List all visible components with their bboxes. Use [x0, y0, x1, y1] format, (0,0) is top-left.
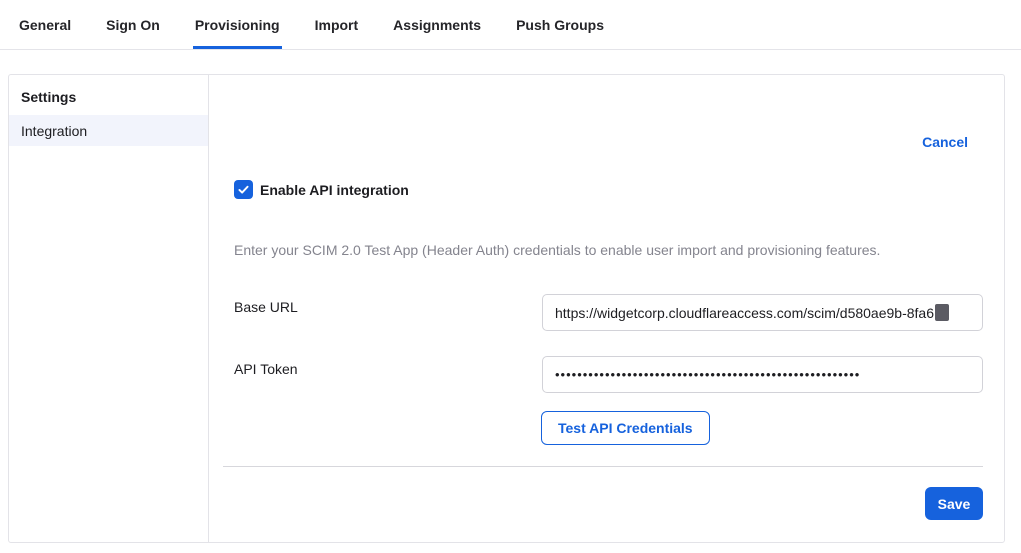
tab-import[interactable]: Import	[315, 0, 359, 49]
base-url-input[interactable]: https://widgetcorp.cloudflareaccess.com/…	[542, 294, 983, 331]
enable-api-integration-checkbox[interactable]	[234, 180, 253, 199]
tab-sign-on[interactable]: Sign On	[106, 0, 160, 49]
footer-divider	[223, 466, 983, 467]
tab-import-label: Import	[315, 17, 359, 33]
provisioning-panel: Settings Integration Cancel Enable API i…	[8, 74, 1005, 543]
enable-api-integration-label[interactable]: Enable API integration	[260, 182, 409, 198]
api-token-label: API Token	[234, 361, 298, 377]
tab-assignments[interactable]: Assignments	[393, 0, 481, 49]
tab-assignments-label: Assignments	[393, 17, 481, 33]
settings-sidebar: Settings Integration	[9, 75, 209, 542]
tab-push-groups-label: Push Groups	[516, 17, 604, 33]
sidebar-item-integration-label: Integration	[21, 123, 87, 139]
tab-general-label: General	[19, 17, 71, 33]
checkmark-icon	[237, 183, 250, 196]
tab-provisioning-label: Provisioning	[195, 17, 280, 33]
api-token-input[interactable]: ••••••••••••••••••••••••••••••••••••••••…	[542, 356, 983, 393]
app-tab-bar: General Sign On Provisioning Import Assi…	[0, 0, 1021, 50]
tab-sign-on-label: Sign On	[106, 17, 160, 33]
base-url-label: Base URL	[234, 299, 298, 315]
sidebar-heading: Settings	[9, 75, 208, 115]
credentials-description: Enter your SCIM 2.0 Test App (Header Aut…	[234, 242, 880, 258]
cancel-link[interactable]: Cancel	[922, 134, 968, 150]
tab-general[interactable]: General	[19, 0, 71, 49]
tab-push-groups[interactable]: Push Groups	[516, 0, 604, 49]
text-selection-cursor	[935, 304, 949, 321]
sidebar-item-integration[interactable]: Integration	[9, 115, 208, 146]
test-api-credentials-button[interactable]: Test API Credentials	[541, 411, 710, 445]
base-url-value: https://widgetcorp.cloudflareaccess.com/…	[555, 305, 934, 321]
api-token-masked-value: ••••••••••••••••••••••••••••••••••••••••…	[555, 367, 860, 382]
tab-provisioning[interactable]: Provisioning	[195, 0, 280, 49]
save-button[interactable]: Save	[925, 487, 983, 520]
